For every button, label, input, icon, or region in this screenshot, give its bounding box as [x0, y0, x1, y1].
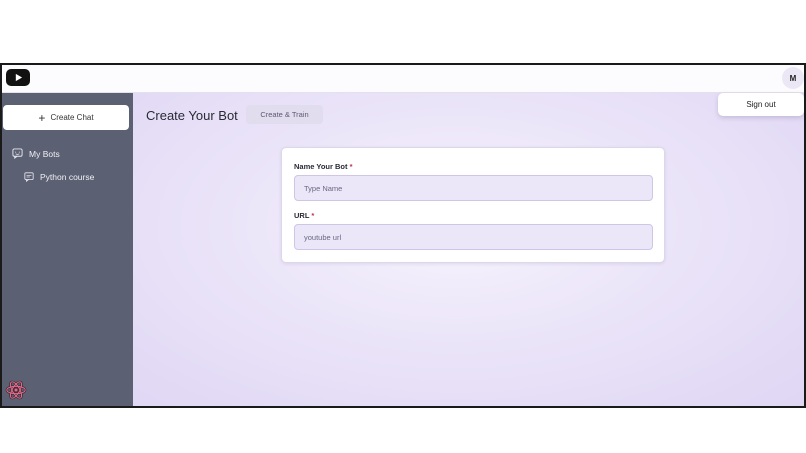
sidebar-item-my-bots[interactable]: My Bots — [12, 148, 60, 159]
page-title: Create Your Bot — [146, 108, 238, 123]
sidebar: + Create Chat My Bots Python course — [2, 93, 133, 406]
bot-name-label: Name Your Bot * — [294, 162, 353, 171]
plus-icon: + — [38, 110, 46, 125]
top-bar: M — [2, 65, 804, 93]
bot-name-label-text: Name Your Bot — [294, 162, 348, 171]
bot-form-card: Name Your Bot * URL * — [281, 147, 665, 263]
app-window: M Sign out + Create Chat My Bots Python … — [0, 63, 806, 408]
main-content: Create Your Bot Create & Train Name Your… — [133, 93, 804, 406]
bot-name-input[interactable] — [294, 175, 653, 201]
create-train-button[interactable]: Create & Train — [246, 105, 323, 124]
required-marker: * — [349, 162, 353, 171]
message-icon — [24, 172, 34, 182]
sign-out-menu-item[interactable]: Sign out — [718, 93, 804, 116]
chat-bubble-icon — [12, 148, 23, 159]
required-marker: * — [311, 211, 315, 220]
react-logo-icon[interactable] — [5, 379, 27, 401]
create-chat-button[interactable]: + Create Chat — [3, 105, 129, 130]
create-chat-label: Create Chat — [50, 113, 94, 122]
url-label: URL * — [294, 211, 314, 220]
sidebar-item-python-course[interactable]: Python course — [24, 172, 94, 182]
sidebar-item-label: Python course — [40, 172, 95, 182]
url-label-text: URL — [294, 211, 310, 220]
youtube-url-input[interactable] — [294, 224, 653, 250]
user-avatar[interactable]: M — [782, 67, 804, 89]
youtube-play-icon[interactable] — [6, 69, 30, 86]
sidebar-item-label: My Bots — [29, 148, 60, 159]
